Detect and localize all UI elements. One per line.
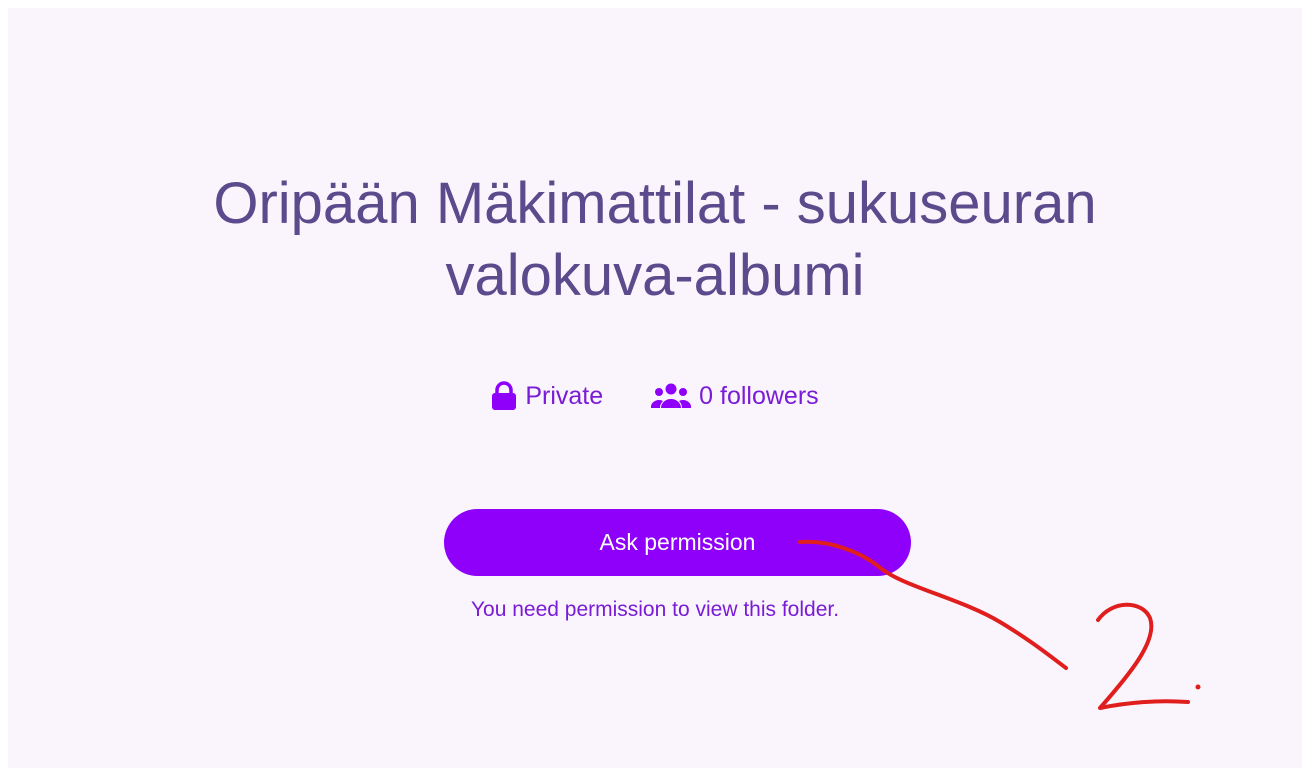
folder-title-line-2: valokuva-albumi [445, 243, 865, 308]
permission-note: You need permission to view this folder. [470, 598, 840, 621]
privacy-label: Private [525, 382, 604, 410]
users-icon [651, 381, 692, 411]
ask-permission-button[interactable]: Ask permission [444, 509, 911, 576]
followers-count: 0 followers [651, 378, 819, 414]
lock-icon [491, 381, 517, 411]
folder-meta: Private 0 followers [8, 378, 1302, 414]
folder-page: Oripään Mäkimattilat - sukuseuran valoku… [8, 8, 1302, 768]
privacy-status: Private [491, 378, 603, 414]
folder-title: Oripään Mäkimattilat - sukuseuran valoku… [8, 168, 1302, 312]
folder-title-line-1: Oripään Mäkimattilat - sukuseuran [213, 171, 1097, 236]
followers-label: 0 followers [699, 382, 819, 410]
